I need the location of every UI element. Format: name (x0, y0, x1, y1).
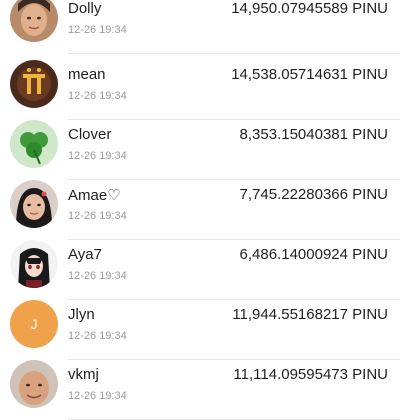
letter-avatar: J (10, 300, 58, 348)
timestamp: 12-26 19:34 (68, 270, 127, 282)
amount: 14,538.05714631 PINU (231, 66, 388, 83)
amount: 7,745.22280366 PINU (239, 186, 388, 203)
user-name: Dolly (68, 0, 102, 17)
divider (68, 53, 400, 54)
timestamp: 12-26 19:34 (68, 150, 127, 162)
list-item[interactable]: Amae♡ 12-26 19:34 7,745.22280366 PINU (0, 180, 400, 240)
list-item[interactable]: J Jlyn 12-26 19:34 11,944.55168217 PINU (0, 300, 400, 360)
timestamp: 12-26 19:34 (68, 330, 127, 342)
list-item[interactable]: Dolly 12-26 19:34 14,950.07945589 PINU (0, 0, 400, 54)
clover-icon (10, 120, 58, 168)
timestamp: 12-26 19:34 (68, 90, 127, 102)
pi-logo-icon (10, 60, 58, 108)
amount: 6,486.14000924 PINU (239, 246, 388, 263)
user-name: mean (68, 66, 106, 83)
list-item[interactable]: mean 12-26 19:34 14,538.05714631 PINU (0, 60, 400, 120)
timestamp: 12-26 19:34 (68, 24, 127, 36)
user-name: Amae♡ (68, 187, 121, 204)
photo-girl-icon (10, 180, 58, 228)
list-item[interactable]: Clover 12-26 19:34 8,353.15040381 PINU (0, 120, 400, 180)
user-name: Clover (68, 126, 112, 143)
transaction-list: Dolly 12-26 19:34 14,950.07945589 PINU m… (0, 0, 400, 420)
amount: 8,353.15040381 PINU (239, 126, 388, 143)
list-item[interactable]: vkmj 12-26 19:34 11,114.09595473 PINU (0, 360, 400, 420)
photo-man-icon (10, 360, 58, 408)
photo-woman-icon (10, 0, 58, 42)
list-item[interactable]: Aya7 12-26 19:34 6,486.14000924 PINU (0, 240, 400, 300)
timestamp: 12-26 19:34 (68, 390, 127, 402)
timestamp: 12-26 19:34 (68, 210, 127, 222)
user-name: Aya7 (68, 246, 102, 263)
amount: 14,950.07945589 PINU (231, 0, 388, 17)
amount: 11,944.55168217 PINU (232, 306, 388, 323)
user-name: vkmj (68, 366, 99, 383)
amount: 11,114.09595473 PINU (233, 366, 388, 383)
user-name: Jlyn (68, 306, 95, 323)
anime-character-icon (10, 240, 58, 288)
